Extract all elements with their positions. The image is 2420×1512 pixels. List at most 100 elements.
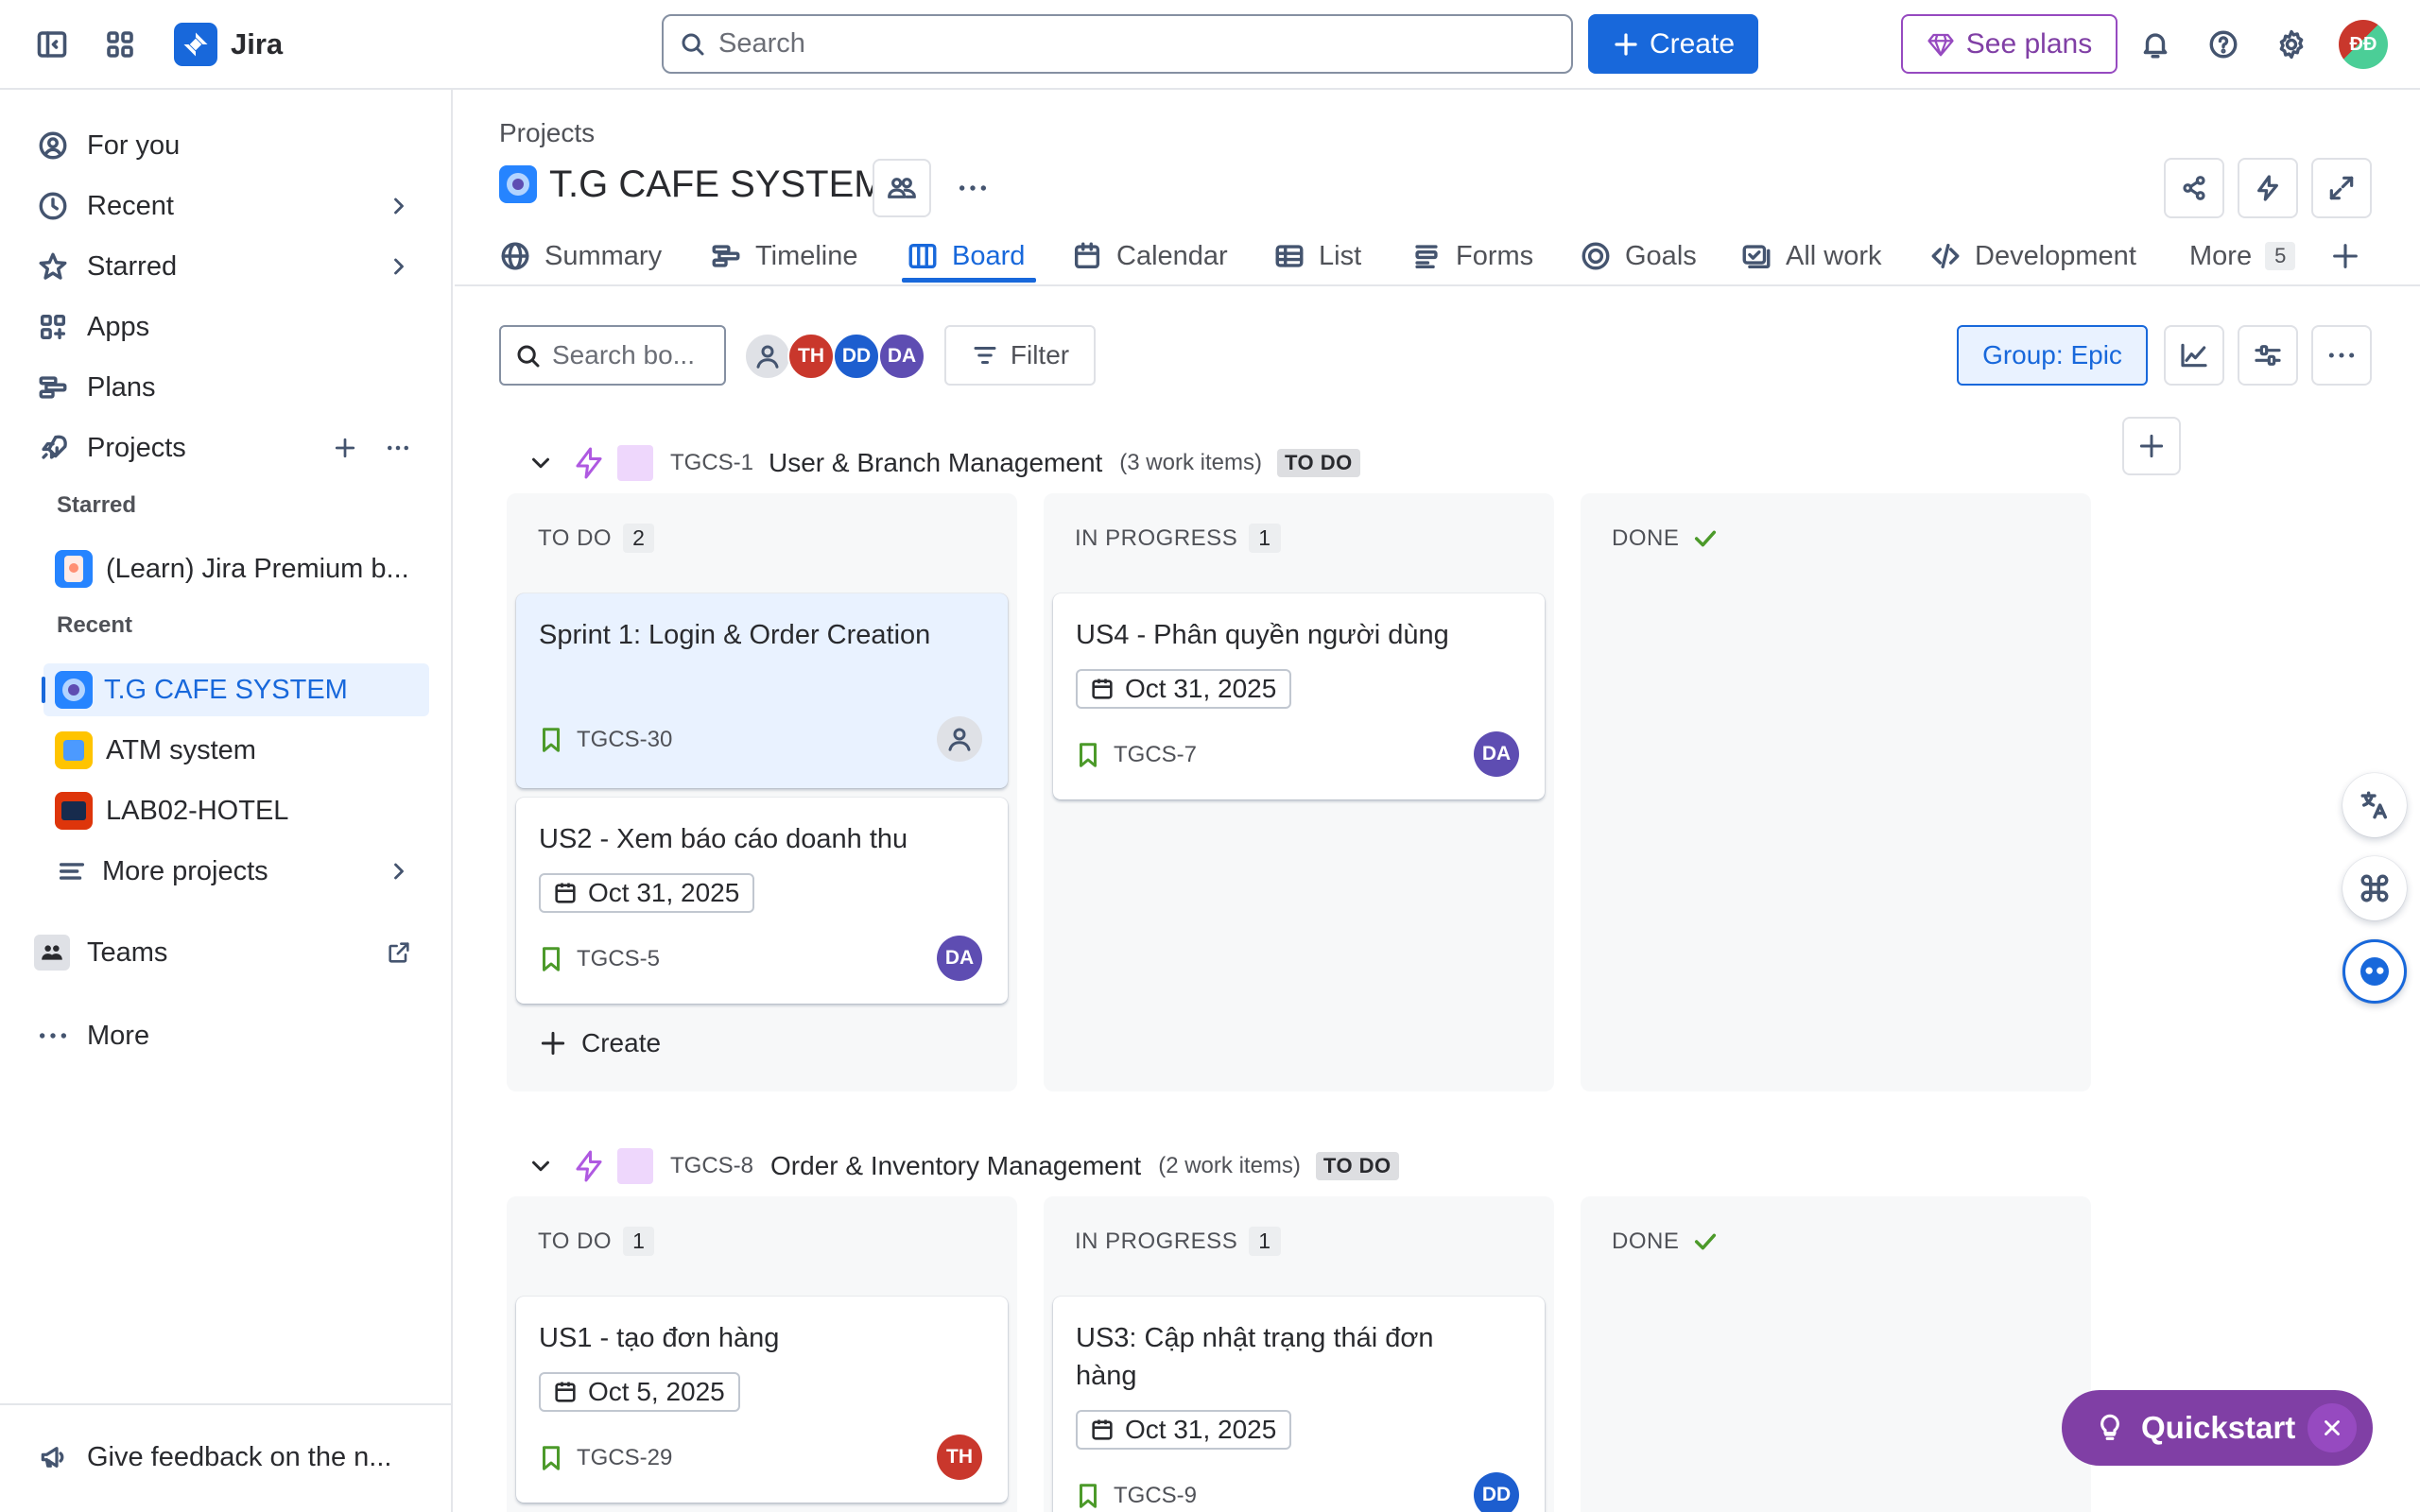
close-icon[interactable] — [2308, 1403, 2357, 1452]
sidebar-item-for-you[interactable]: For you — [28, 119, 429, 172]
more-actions-icon[interactable] — [384, 434, 412, 462]
work-item-card[interactable]: US4 - Phân quyền người dùng Oct 31, 2025… — [1053, 593, 1545, 799]
calendar-icon — [555, 1382, 576, 1402]
tab-board[interactable]: Board — [907, 232, 1025, 280]
sidebar-item-more[interactable]: More — [28, 1009, 429, 1062]
add-project-icon[interactable] — [331, 434, 359, 462]
assignee-avatar[interactable]: DA — [937, 936, 982, 981]
sidebar-item-teams[interactable]: Teams — [28, 926, 429, 979]
project-avatar-icon — [55, 792, 93, 830]
add-tab-icon[interactable] — [2319, 230, 2372, 283]
sidebar-item-plans[interactable]: Plans — [28, 361, 429, 414]
view-settings-icon[interactable] — [2238, 325, 2298, 386]
active-tab-indicator — [902, 278, 1036, 283]
chevron-right-icon[interactable] — [386, 193, 412, 219]
column-count: 2 — [623, 524, 655, 553]
fullscreen-expand-icon[interactable] — [2311, 158, 2372, 218]
column-name: IN PROGRESS — [1075, 524, 1238, 551]
help-icon[interactable] — [2197, 18, 2250, 71]
tab-summary[interactable]: Summary — [499, 232, 662, 280]
sidebar-project-jira-premium[interactable]: (Learn) Jira Premium b... — [28, 542, 429, 595]
sidebar-item-recent[interactable]: Recent — [28, 180, 429, 232]
sidebar-project-tg-cafe-system[interactable]: T.G CAFE SYSTEM — [42, 663, 429, 716]
sidebar-toggle-icon[interactable] — [26, 18, 78, 71]
unassigned-avatar[interactable] — [937, 716, 982, 762]
board-search-input[interactable]: Search bo... — [499, 325, 726, 386]
chevron-right-icon[interactable] — [386, 253, 412, 280]
assignee-avatar[interactable]: TH — [937, 1435, 982, 1480]
breadcrumb-projects[interactable]: Projects — [499, 118, 595, 148]
unassigned-avatar[interactable] — [744, 333, 791, 380]
tab-all-work[interactable]: All work — [1740, 232, 1882, 280]
clock-icon — [36, 189, 70, 223]
settings-gear-icon[interactable] — [2265, 18, 2318, 71]
search-input[interactable]: Search — [662, 14, 1573, 74]
tab-goals[interactable]: Goals — [1580, 232, 1697, 280]
group-by-button[interactable]: Group: Epic — [1957, 325, 2148, 386]
chevron-down-icon[interactable] — [527, 449, 555, 477]
tab-label: Summary — [544, 240, 663, 271]
work-item-card[interactable]: US2 - Xem báo cáo doanh thu Oct 31, 2025… — [516, 798, 1008, 1004]
user-circle-icon — [36, 129, 70, 163]
plus-icon — [541, 1031, 565, 1056]
board-more-icon[interactable] — [2311, 325, 2372, 386]
due-date-text: Oct 31, 2025 — [1125, 1415, 1277, 1444]
create-button[interactable]: Create — [1588, 14, 1758, 74]
quickstart-button[interactable]: Quickstart — [2062, 1390, 2373, 1466]
give-feedback-button[interactable]: Give feedback on the n... — [28, 1431, 429, 1484]
teams-icon — [34, 935, 70, 971]
tab-timeline[interactable]: Timeline — [710, 232, 858, 280]
epic-color-swatch — [617, 445, 653, 481]
board-column-in-progress: IN PROGRESS 1 US3: Cập nhật trạng thái đ… — [1044, 1196, 1554, 1512]
chevron-right-icon[interactable] — [386, 858, 412, 885]
chevron-down-icon[interactable] — [527, 1152, 555, 1180]
notifications-bell-icon[interactable] — [2129, 18, 2182, 71]
sidebar-project-lab02-hotel[interactable]: LAB02-HOTEL — [28, 784, 429, 837]
epic-swimlane-header[interactable]: TGCS-1 User & Branch Management (3 work … — [527, 439, 1360, 487]
create-card-button[interactable]: Create — [538, 1028, 661, 1058]
calendar-icon — [555, 883, 576, 903]
epic-status-lozenge: TO DO — [1315, 1152, 1399, 1180]
assignee-avatar[interactable]: DA — [1474, 731, 1519, 777]
sidebar-item-more-projects[interactable]: More projects — [28, 845, 429, 898]
assignee-avatar[interactable]: DD — [1474, 1472, 1519, 1512]
column-name: IN PROGRESS — [1075, 1228, 1238, 1254]
sidebar-item-starred[interactable]: Starred — [28, 240, 429, 293]
tab-forms[interactable]: Forms — [1410, 232, 1533, 280]
work-item-card[interactable]: Sprint 1: Login & Order Creation TGCS-30 — [516, 593, 1008, 788]
tab-development[interactable]: Development — [1929, 232, 2136, 280]
insights-chart-icon[interactable] — [2164, 325, 2224, 386]
work-item-card[interactable]: US3: Cập nhật trạng thái đơn hàng Oct 31… — [1053, 1297, 1545, 1512]
avatar-filter-th[interactable]: TH — [787, 333, 835, 380]
add-column-icon[interactable] — [2122, 417, 2181, 475]
profile-avatar[interactable]: ĐĐ — [2339, 20, 2388, 69]
project-team-button[interactable] — [873, 159, 931, 217]
apps-command-icon[interactable] — [2342, 856, 2407, 920]
translate-icon[interactable] — [2342, 773, 2407, 837]
tab-calendar[interactable]: Calendar — [1071, 232, 1228, 280]
quickstart-label: Quickstart — [2141, 1410, 2296, 1445]
epic-swimlane-header[interactable]: TGCS-8 Order & Inventory Management (2 w… — [527, 1143, 1399, 1190]
filter-button[interactable]: Filter — [944, 325, 1096, 386]
sidebar-project-atm-system[interactable]: ATM system — [28, 724, 429, 777]
share-icon[interactable] — [2164, 158, 2224, 218]
card-title: Sprint 1: Login & Order Creation — [539, 620, 931, 650]
project-more-icon[interactable] — [946, 162, 999, 215]
external-link-icon[interactable] — [386, 939, 412, 966]
work-item-card[interactable]: US1 - tạo đơn hàng Oct 5, 2025 TGCS-29 T… — [516, 1297, 1008, 1503]
top-navigation: Jira Search Create See plans ĐĐ — [0, 0, 2420, 90]
see-plans-button[interactable]: See plans — [1901, 14, 2118, 74]
tab-more[interactable]: More 5 — [2189, 232, 2296, 280]
avatar-filter-dd[interactable]: DD — [833, 333, 880, 380]
rovo-assistant-icon[interactable] — [2342, 939, 2407, 1004]
automation-lightning-icon[interactable] — [2238, 158, 2298, 218]
avatar-filter-da[interactable]: DA — [878, 333, 925, 380]
people-icon — [888, 178, 916, 198]
sidebar-item-projects[interactable]: Projects — [28, 421, 429, 474]
app-switcher-icon[interactable] — [94, 18, 147, 71]
jira-logo[interactable]: Jira — [174, 23, 283, 66]
story-bookmark-icon — [543, 947, 560, 971]
tab-list[interactable]: List — [1273, 232, 1361, 280]
sidebar-item-label: For you — [87, 129, 181, 161]
sidebar-item-apps[interactable]: Apps — [28, 301, 429, 353]
